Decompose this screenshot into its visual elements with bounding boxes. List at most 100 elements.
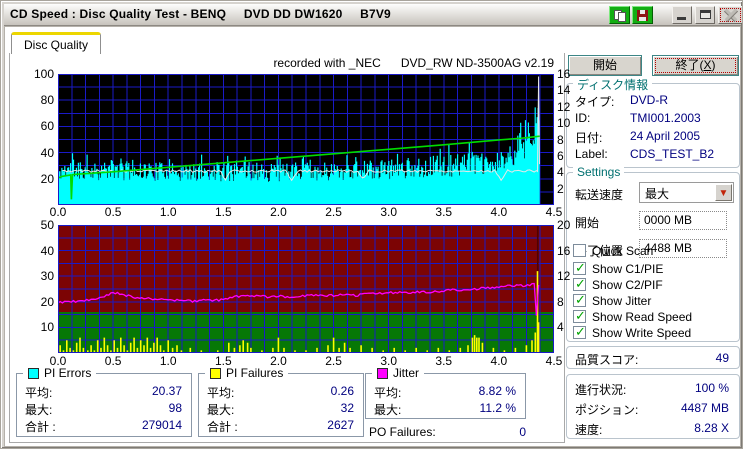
pi-errors-stats-box: PI Errors 平均: 20.37 最大: 98 合計 : 279014 bbox=[16, 366, 192, 437]
axis-tick-label: 4 bbox=[557, 320, 564, 335]
checkbox-show-write-speed[interactable]: ✓ Show Write Speed bbox=[573, 324, 713, 340]
axis-tick-label: 8 bbox=[557, 294, 564, 309]
minimize-icon bbox=[677, 17, 686, 20]
axis-tick-label: 2.5 bbox=[325, 354, 342, 368]
axis-tick-label: 4.0 bbox=[490, 354, 508, 368]
total-value: 279014 bbox=[141, 418, 182, 432]
chevron-down-icon[interactable]: ▼ bbox=[715, 184, 732, 201]
tab-disc-quality[interactable]: Disc Quality bbox=[11, 32, 102, 54]
axis-tick-label: 6 bbox=[557, 148, 564, 163]
disc-id-value: TMI001.2003 bbox=[630, 111, 701, 125]
axis-tick-label: 1.0 bbox=[159, 354, 177, 368]
avg-value: 8.82 % bbox=[478, 384, 516, 398]
window-title: CD Speed : Disc Quality Test - BENQ DVD … bbox=[10, 7, 391, 21]
quality-score-value: 49 bbox=[715, 351, 729, 365]
pi-errors-legend: PI Errors bbox=[23, 366, 97, 380]
axis-tick-label: 20 bbox=[40, 294, 54, 309]
axis-tick-label: 16 bbox=[557, 67, 571, 81]
pi-failures-swatch-icon bbox=[210, 367, 221, 379]
total-label: 合計 : bbox=[207, 420, 238, 434]
max-value: 32 bbox=[340, 401, 354, 415]
axis-tick-label: 20 bbox=[557, 218, 571, 232]
quality-score-box: 品質スコア: 49 bbox=[566, 346, 740, 369]
copy-to-clipboard-button[interactable] bbox=[609, 6, 630, 24]
axis-tick-label: 3.0 bbox=[380, 205, 397, 219]
axis-tick-label: 30 bbox=[40, 269, 54, 284]
axis-tick-label: 1.0 bbox=[159, 205, 177, 219]
checkbox-show-c1-pie[interactable]: ✓ Show C1/PIE bbox=[573, 260, 693, 276]
exit-button[interactable]: 終了(X) bbox=[652, 55, 739, 76]
po-failures-value: 0 bbox=[519, 425, 526, 439]
pi-errors-swatch-icon bbox=[28, 367, 39, 379]
progress-box: 進行状況: 100 % ポジション: 4487 MB 速度: 8.28 X bbox=[566, 374, 740, 439]
axis-tick-label: 4 bbox=[557, 165, 564, 180]
max-value: 98 bbox=[168, 401, 182, 415]
max-label: 最大: bbox=[374, 403, 402, 417]
checkbox-quick-scan[interactable]: ✓ Quick Scan bbox=[573, 244, 683, 258]
save-button[interactable] bbox=[632, 6, 653, 24]
axis-tick-label: 8 bbox=[557, 132, 564, 147]
axis-tick-label: 50 bbox=[40, 218, 54, 232]
axis-tick-label: 1.5 bbox=[214, 205, 232, 219]
total-value: 2627 bbox=[327, 418, 354, 432]
axis-tick-label: 0.5 bbox=[104, 354, 122, 368]
max-label: 最大: bbox=[207, 403, 235, 417]
axis-tick-label: 3.5 bbox=[435, 205, 453, 219]
start-position-input[interactable]: 0000 MB bbox=[639, 211, 727, 230]
axis-tick-label: 3.5 bbox=[435, 354, 453, 368]
axis-tick-label: 40 bbox=[40, 243, 54, 258]
axis-tick-label: 12 bbox=[557, 269, 571, 284]
axis-tick-label: 2 bbox=[557, 181, 564, 196]
pi-errors-chart bbox=[57, 74, 554, 205]
avg-value: 0.26 bbox=[330, 384, 354, 398]
axis-tick-label: 4.5 bbox=[545, 354, 563, 368]
axis-tick-label: 10 bbox=[557, 116, 571, 131]
progress-label: 進行状況: bbox=[575, 383, 627, 397]
jitter-swatch-icon bbox=[377, 367, 388, 379]
title-bar[interactable]: CD Speed : Disc Quality Test - BENQ DVD … bbox=[4, 4, 742, 26]
axis-tick-label: 0.0 bbox=[49, 205, 67, 219]
axis-tick-label: 0.5 bbox=[104, 205, 122, 219]
avg-label: 平均: bbox=[25, 386, 53, 400]
disc-date-value: 24 April 2005 bbox=[630, 129, 701, 143]
axis-tick-label: 1.5 bbox=[214, 354, 232, 368]
axis-tick-label: 20 bbox=[40, 171, 54, 186]
axis-tick-label: 12 bbox=[557, 99, 571, 114]
axis-tick-label: 2.5 bbox=[325, 205, 342, 219]
axis-tick-label: 60 bbox=[40, 119, 54, 134]
minimize-button[interactable] bbox=[672, 6, 692, 24]
pi-failures-stats-box: PI Failures 平均: 0.26 最大: 32 合計 : 2627 bbox=[198, 366, 364, 437]
pi-failures-legend: PI Failures bbox=[205, 366, 289, 380]
jitter-legend: Jitter bbox=[372, 366, 425, 380]
axis-tick-label: 4.0 bbox=[490, 205, 508, 219]
total-label: 合計 : bbox=[25, 420, 56, 434]
checkbox-show-read-speed[interactable]: ✓ Show Read Speed bbox=[573, 308, 713, 324]
disc-info-caption: ディスク情報 bbox=[573, 76, 653, 93]
axis-tick-label: 4.5 bbox=[545, 205, 563, 219]
max-value: 11.2 % bbox=[479, 401, 516, 415]
checkbox-show-jitter[interactable]: ✓ Show Jitter bbox=[573, 292, 693, 308]
pi-failures-jitter-chart-canvas bbox=[57, 225, 554, 353]
axis-tick-label: 2.0 bbox=[270, 354, 287, 368]
maximize-button[interactable] bbox=[695, 6, 715, 24]
avg-label: 平均: bbox=[207, 386, 235, 400]
close-button[interactable] bbox=[718, 6, 742, 24]
disc-label-value: CDS_TEST_B2 bbox=[630, 147, 715, 161]
axis-tick-label: 3.0 bbox=[380, 354, 397, 368]
app-window: CD Speed : Disc Quality Test - BENQ DVD … bbox=[0, 0, 743, 449]
tab-label: Disc Quality bbox=[24, 38, 89, 52]
max-label: 最大: bbox=[25, 403, 53, 417]
speed-label: 速度: bbox=[575, 423, 603, 437]
disc-info-group: ディスク情報 タイプ: DVD-R ID: TMI001.2003 日付: 24… bbox=[566, 76, 740, 168]
transfer-speed-select[interactable]: 最大 ▼ bbox=[639, 182, 734, 203]
po-failures-label: PO Failures: bbox=[369, 425, 436, 439]
disc-type-value: DVD-R bbox=[630, 93, 668, 107]
maximize-icon bbox=[700, 10, 711, 19]
axis-tick-label: 2.0 bbox=[270, 205, 287, 219]
avg-value: 20.37 bbox=[151, 384, 182, 398]
axis-tick-label: 80 bbox=[40, 93, 54, 108]
po-failures-row: PO Failures: 0 bbox=[369, 425, 526, 440]
position-value: 4487 MB bbox=[680, 401, 729, 415]
checkbox-show-c2-pif[interactable]: ✓ Show C2/PIF bbox=[573, 276, 693, 292]
transfer-speed-value: 最大 bbox=[645, 187, 670, 201]
